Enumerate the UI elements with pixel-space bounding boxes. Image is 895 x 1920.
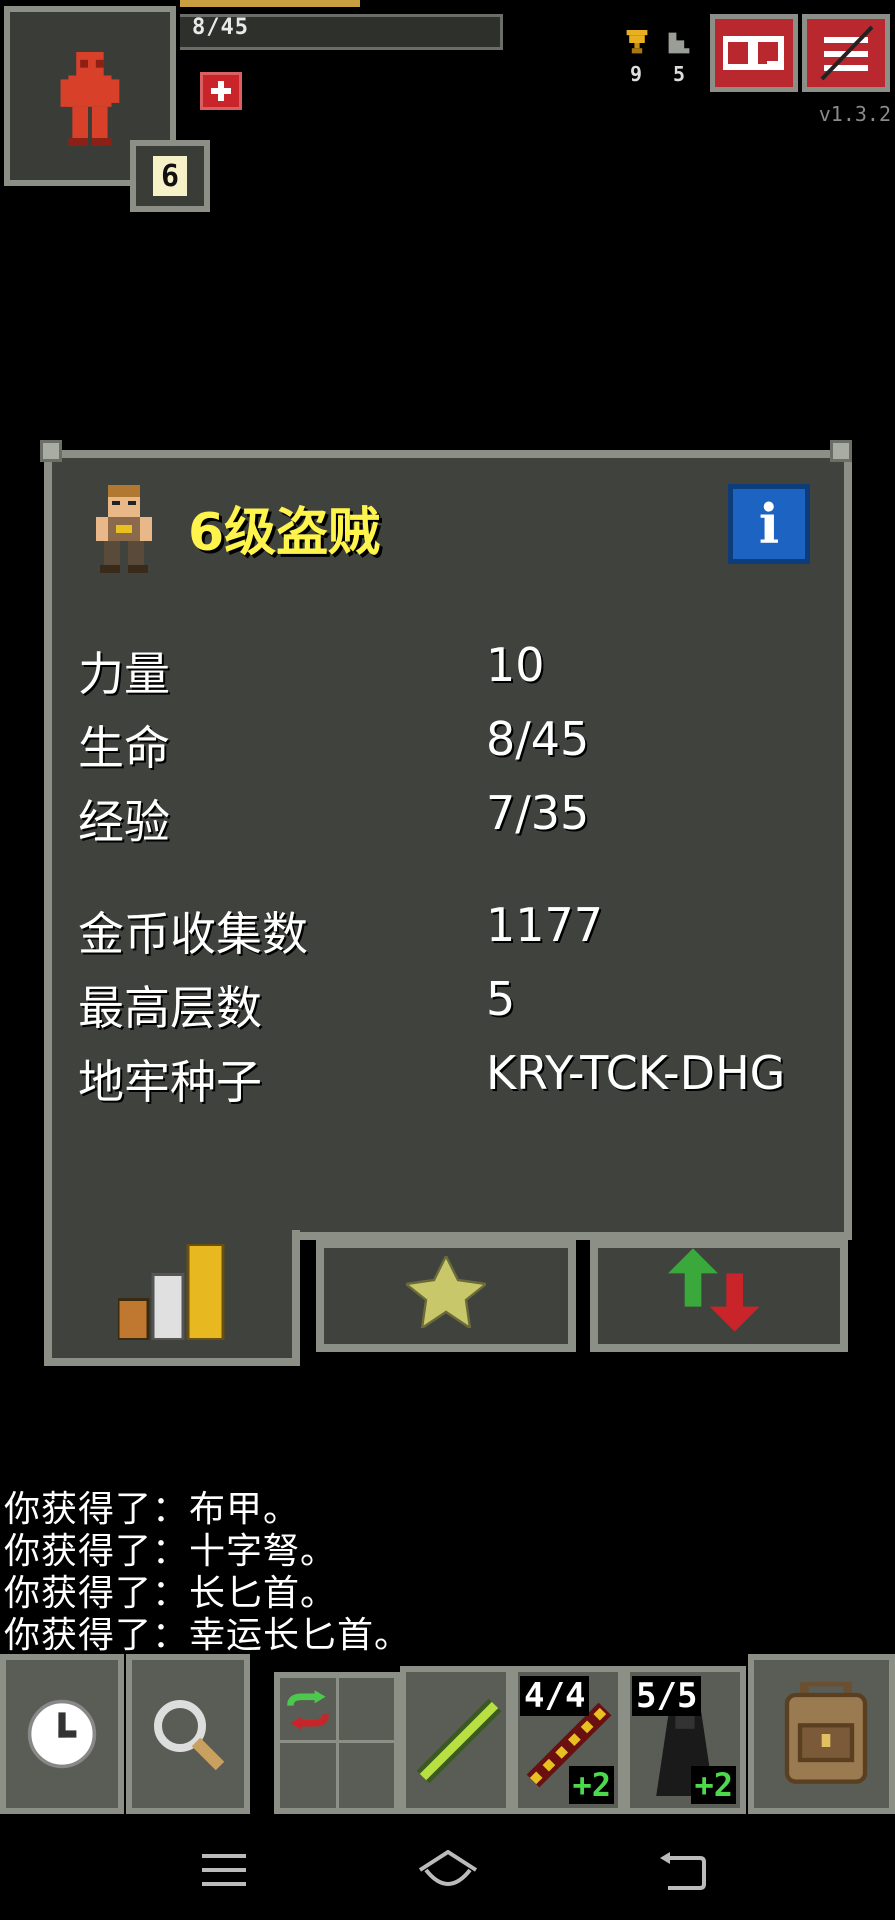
home-icon[interactable] <box>418 1850 478 1892</box>
stairs-icon <box>668 32 690 54</box>
record-label: 金币收集数 <box>78 907 308 961</box>
quickslot-1[interactable] <box>400 1666 512 1814</box>
stat-row: 生命 8/45 <box>78 712 828 782</box>
bar-chart-icon <box>118 1244 225 1340</box>
swap-icon <box>287 1690 329 1730</box>
hero-title: 6级盗贼 <box>188 503 381 563</box>
slot-divider <box>280 1740 394 1743</box>
charges-label: 4/4 <box>520 1676 590 1716</box>
upgrade-label: +2 <box>691 1766 736 1804</box>
quickslot-swap-button[interactable] <box>274 1672 400 1814</box>
hero-portrait-icon <box>60 52 120 146</box>
window-corner <box>830 440 852 462</box>
journal-icon <box>723 36 784 70</box>
record-label: 地牢种子 <box>78 1055 262 1109</box>
level-number: 6 <box>153 156 187 196</box>
record-row: 地牢种子 KRY-TCK-DHG <box>78 1046 828 1116</box>
record-row: 最高层数 5 <box>78 972 828 1042</box>
tab-badges[interactable] <box>316 1240 576 1352</box>
tab-items[interactable] <box>590 1240 848 1352</box>
record-value: KRY-TCK-DHG <box>486 1046 786 1100</box>
menu-icon <box>820 25 874 81</box>
slot-divider <box>336 1678 339 1808</box>
journal-button[interactable] <box>710 14 798 92</box>
stat-value: 10 <box>486 638 545 692</box>
green-wand-icon <box>416 1698 502 1784</box>
log-message: 你获得了：幸运长匕首。 <box>4 1615 412 1656</box>
quickslot-3[interactable]: 5/5 +2 <box>624 1666 746 1814</box>
stat-value: 8/45 <box>486 712 590 766</box>
wait-button[interactable] <box>0 1654 124 1814</box>
up-down-arrows-icon <box>668 1248 760 1332</box>
stat-value: 7/35 <box>486 786 590 840</box>
info-button[interactable]: i <box>728 484 810 564</box>
clock-icon <box>27 1699 97 1769</box>
record-value: 5 <box>486 972 516 1026</box>
magnifier-icon <box>154 1700 225 1771</box>
star-icon <box>406 1256 486 1328</box>
backpack-button[interactable] <box>748 1654 895 1814</box>
version-label: v1.3.2 <box>818 102 891 126</box>
trophy-icon <box>626 30 648 54</box>
info-icon: i <box>758 492 780 556</box>
backpack-icon <box>784 1682 868 1784</box>
challenges-count: 9 <box>630 62 643 86</box>
hp-fill <box>180 0 360 7</box>
record-row: 金币收集数 1177 <box>78 898 828 968</box>
stat-row: 力量 10 <box>78 638 828 708</box>
menu-lines-icon[interactable] <box>202 1854 246 1888</box>
upgrade-label: +2 <box>569 1766 614 1804</box>
back-icon[interactable] <box>660 1852 706 1890</box>
healing-buff-icon[interactable] <box>200 72 242 110</box>
stat-row: 经验 7/35 <box>78 786 828 856</box>
rogue-sprite-icon <box>96 485 152 573</box>
record-value: 1177 <box>486 898 604 952</box>
charges-label: 5/5 <box>632 1676 702 1716</box>
tab-stats[interactable] <box>44 1230 300 1366</box>
stat-label: 生命 <box>78 721 170 775</box>
stat-label: 力量 <box>78 647 170 701</box>
menu-button[interactable] <box>802 14 890 92</box>
depth-count: 5 <box>673 62 686 86</box>
system-navbar <box>0 1816 895 1920</box>
stat-label: 经验 <box>78 795 170 849</box>
window-corner <box>40 440 62 462</box>
quickslot-2[interactable]: 4/4 +2 <box>512 1666 624 1814</box>
record-label: 最高层数 <box>78 981 262 1035</box>
search-button[interactable] <box>126 1654 250 1814</box>
level-badge: 6 <box>130 140 210 212</box>
hp-text: 8/45 <box>192 15 249 40</box>
